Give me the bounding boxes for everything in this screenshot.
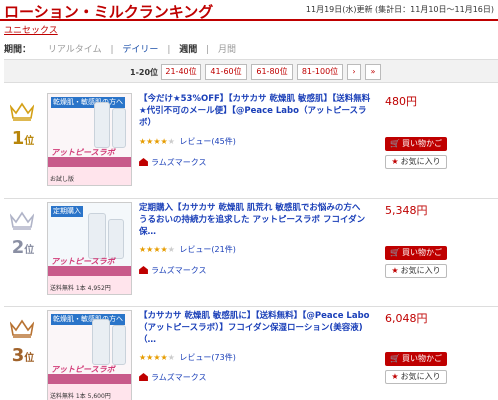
bottle-shape (94, 102, 110, 148)
star-empty-icon: ★ (167, 137, 175, 146)
period-daily[interactable]: デイリー (122, 45, 158, 55)
product-thumbnail[interactable]: 乾燥肌・敏感肌の方へ アットピースラボ お試し版 (47, 93, 132, 186)
shop-link[interactable]: ラムズマークス (139, 372, 207, 383)
thumbnail-tag: 定期購入 (51, 206, 83, 217)
rank-number: 1位 (11, 128, 35, 149)
thumbnail-tag: 乾燥肌・敏感肌の方へ (51, 314, 125, 325)
rating-stars: ★★★★★ レビュー(21件) (139, 244, 236, 255)
item-divider (4, 306, 498, 307)
crown-icon (10, 319, 34, 338)
star-empty-icon: ★ (167, 353, 175, 362)
shop-icon (139, 158, 148, 166)
thumbnail-brand: アットピースラボ (51, 148, 115, 157)
period-separator: | (167, 45, 171, 55)
bottle-shape (108, 219, 124, 259)
review-count-link[interactable]: レビュー(45件) (179, 137, 235, 146)
thumbnail-band (48, 157, 131, 167)
crown-icon (10, 102, 34, 121)
product-thumbnail[interactable]: 乾燥肌・敏感肌の方へ アットピースラボ 送料無料 1本 5,600円 (47, 310, 132, 400)
add-to-cart-button[interactable]: 🛒 買い物かご (385, 352, 447, 366)
rating-stars: ★★★★★ レビュー(73件) (139, 352, 236, 363)
bottle-shape (88, 213, 106, 259)
cart-icon: 🛒 (390, 354, 400, 363)
product-price: 5,348円 (385, 204, 428, 217)
favorite-star-icon: ★ (391, 266, 399, 275)
pagination-current: 1-20位 (130, 68, 159, 77)
star-icon: ★★★★ (139, 245, 168, 254)
ranking-item: 1位 乾燥肌・敏感肌の方へ アットピースラボ お試し版 【今だけ★53%OFF】… (0, 93, 498, 195)
product-name-link[interactable]: 【今だけ★53%OFF】【カサカサ 乾燥肌 敏感肌】【送料無料★代引不可のメール… (139, 93, 371, 129)
period-realtime: リアルタイム (47, 45, 102, 55)
product-name-link[interactable]: 【カサカサ 乾燥肌 敏感肌に】【送料無料】【@Peace Labo（アットピース… (139, 310, 371, 346)
bottle-shape (112, 108, 126, 148)
page-next-button[interactable]: › (347, 64, 361, 80)
page-link-61-80[interactable]: 61-80位 (251, 64, 293, 80)
product-name-link[interactable]: 定期購入【カサカサ 乾燥肌 肌荒れ 敏感肌でお悩みの方へ うるおいの持続力を追求… (139, 202, 371, 238)
thumbnail-brand: アットピースラボ (51, 365, 115, 374)
ranking-item: 2位 定期購入 アットピースラボ 送料無料 1本 4,952円 定期購入【カサカ… (0, 202, 498, 304)
favorite-button[interactable]: ★ お気に入り (385, 155, 447, 169)
cart-icon: 🛒 (390, 248, 400, 257)
thumbnail-tag: 乾燥肌・敏感肌の方へ (51, 97, 125, 108)
rating-stars: ★★★★★ レビュー(45件) (139, 136, 236, 147)
review-count-link[interactable]: レビュー(21件) (179, 245, 235, 254)
star-empty-icon: ★ (167, 245, 175, 254)
period-label: 期間： (4, 45, 32, 55)
shop-icon (139, 373, 148, 381)
thumbnail-band (48, 374, 131, 384)
cart-icon: 🛒 (390, 139, 400, 148)
item-divider (4, 198, 498, 199)
page-last-button[interactable]: » (365, 64, 381, 80)
thumbnail-brand: アットピースラボ (51, 257, 115, 266)
period-selector: 期間： リアルタイム | デイリー | 週間 | 月間 (4, 42, 236, 55)
ranking-item: 3位 乾燥肌・敏感肌の方へ アットピースラボ 送料無料 1本 5,600円 【カ… (0, 310, 498, 400)
period-monthly: 月間 (218, 45, 237, 55)
shop-icon (139, 266, 148, 274)
bottle-shape (112, 325, 126, 365)
thumbnail-caption: 送料無料 1本 5,600円 (50, 393, 111, 400)
period-separator: | (110, 45, 114, 55)
favorite-button[interactable]: ★ お気に入り (385, 370, 447, 384)
page-link-41-60[interactable]: 41-60位 (205, 64, 247, 80)
shop-link[interactable]: ラムズマークス (139, 265, 207, 276)
product-price: 480円 (385, 95, 417, 108)
favorite-star-icon: ★ (391, 157, 399, 166)
product-thumbnail[interactable]: 定期購入 アットピースラボ 送料無料 1本 4,952円 (47, 202, 132, 295)
page-link-81-100[interactable]: 81-100位 (297, 64, 343, 80)
add-to-cart-button[interactable]: 🛒 買い物かご (385, 246, 447, 260)
thumbnail-caption: 送料無料 1本 4,952円 (50, 285, 111, 292)
bottle-shape (92, 319, 110, 365)
period-weekly: 週間 (179, 45, 198, 55)
gender-link[interactable]: ユニセックス (4, 23, 58, 36)
period-separator: | (206, 45, 210, 55)
review-count-link[interactable]: レビュー(73件) (179, 353, 235, 362)
thumbnail-caption: お試し版 (50, 176, 75, 183)
product-price: 6,048円 (385, 312, 428, 325)
add-to-cart-button[interactable]: 🛒 買い物かご (385, 137, 447, 151)
favorite-star-icon: ★ (391, 372, 399, 381)
thumbnail-band (48, 266, 131, 276)
rank-number: 3位 (11, 345, 35, 366)
crown-icon (10, 211, 34, 230)
rank-number: 2位 (11, 237, 35, 258)
favorite-button[interactable]: ★ お気に入り (385, 264, 447, 278)
star-icon: ★★★★ (139, 137, 168, 146)
page-link-21-40[interactable]: 21-40位 (161, 64, 201, 80)
shop-link[interactable]: ラムズマークス (139, 157, 207, 168)
star-icon: ★★★★ (139, 353, 168, 362)
update-info: 11月19日(水)更新 (集計日：11月10日～11月16日) (305, 5, 494, 14)
title-divider (0, 19, 498, 21)
pagination-bar: 1-20位 21-40位 41-60位 61-80位 81-100位 › » (4, 59, 498, 83)
